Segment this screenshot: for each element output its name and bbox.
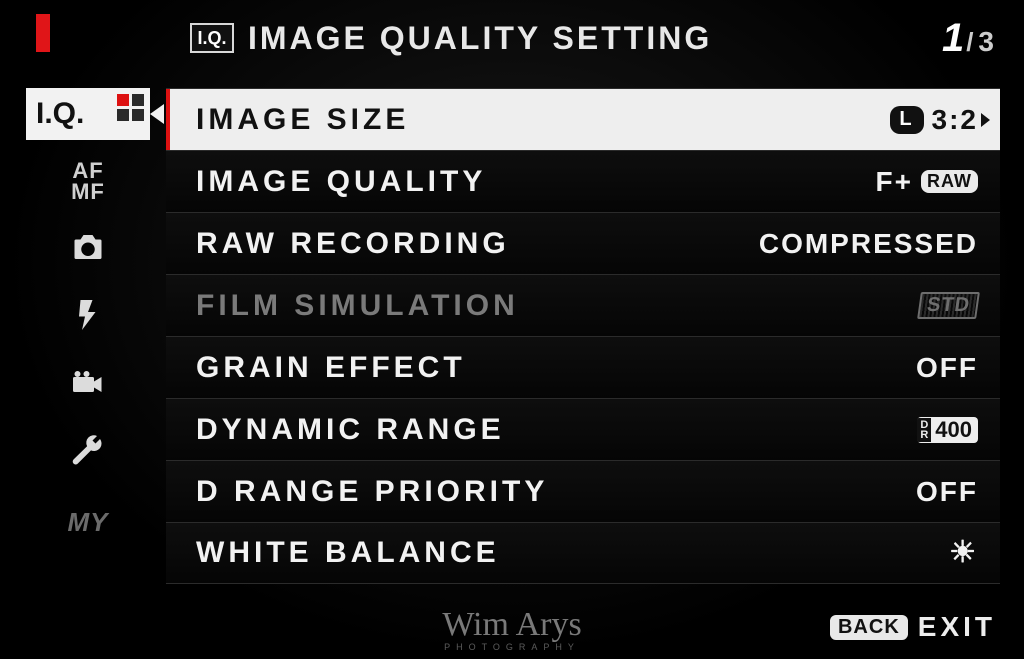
- tab-my-menu[interactable]: MY: [26, 496, 150, 548]
- menu-title: IMAGE QUALITY SETTING: [248, 20, 712, 57]
- row-label: DYNAMIC RANGE: [196, 413, 917, 447]
- row-label: IMAGE QUALITY: [196, 165, 876, 199]
- row-label: IMAGE SIZE: [196, 103, 890, 137]
- movie-camera-icon: [70, 365, 106, 408]
- page-current: 1: [942, 16, 964, 61]
- wrench-icon: [70, 433, 106, 476]
- row-value: OFF: [916, 476, 978, 508]
- back-button-badge[interactable]: BACK: [830, 615, 908, 640]
- size-l-badge-icon: L: [890, 106, 924, 134]
- dr-number: 400: [935, 417, 972, 443]
- watermark: Wim Arys PHOTOGRAPHY: [442, 610, 581, 651]
- row-image-size[interactable]: IMAGE SIZE L 3:2: [166, 88, 1000, 150]
- row-film-simulation[interactable]: FILM SIMULATION STD: [166, 274, 1000, 336]
- row-dynamic-range[interactable]: DYNAMIC RANGE DR 400: [166, 398, 1000, 460]
- tab-my-label: MY: [68, 507, 109, 538]
- sun-icon: ☀: [949, 538, 978, 568]
- row-value: OFF: [916, 352, 978, 384]
- tab-af-mf[interactable]: AF MF: [26, 156, 150, 208]
- grid-icon: [117, 94, 144, 121]
- tab-movie[interactable]: [26, 360, 150, 412]
- row-value: COMPRESSED: [759, 228, 978, 260]
- camera-icon: [70, 229, 106, 272]
- settings-list: IMAGE SIZE L 3:2 IMAGE QUALITY F+ RAW RA…: [166, 88, 1000, 584]
- dr-badge-icon: DR 400: [917, 417, 978, 443]
- row-value: ☀: [949, 538, 978, 568]
- page-indicator: 1 / 3: [942, 16, 994, 61]
- chevron-right-icon: [981, 113, 990, 127]
- row-white-balance[interactable]: WHITE BALANCE ☀: [166, 522, 1000, 584]
- tab-mf-label: MF: [71, 182, 105, 203]
- row-value: F+ RAW: [876, 166, 978, 198]
- tab-setup[interactable]: [26, 428, 150, 480]
- row-value: STD: [919, 292, 978, 319]
- row-value: DR 400: [917, 417, 978, 443]
- row-label: GRAIN EFFECT: [196, 351, 916, 385]
- row-label: D RANGE PRIORITY: [196, 475, 916, 509]
- watermark-name: Wim Arys: [442, 606, 581, 643]
- row-grain-effect[interactable]: GRAIN EFFECT OFF: [166, 336, 1000, 398]
- tab-image-quality[interactable]: I.Q.: [26, 88, 150, 140]
- iq-badge-icon: I.Q.: [190, 23, 234, 53]
- std-badge-icon: STD: [917, 292, 980, 319]
- tab-flash[interactable]: [26, 292, 150, 344]
- row-label: WHITE BALANCE: [196, 536, 949, 570]
- raw-badge-icon: RAW: [921, 170, 978, 193]
- row-label: RAW RECORDING: [196, 227, 759, 261]
- row-d-range-priority[interactable]: D RANGE PRIORITY OFF: [166, 460, 1000, 522]
- page-total: 3: [978, 26, 994, 58]
- category-tabs: I.Q. AF MF MY: [26, 88, 150, 548]
- row-value: L 3:2: [890, 104, 978, 136]
- row-raw-recording[interactable]: RAW RECORDING COMPRESSED: [166, 212, 1000, 274]
- menu-header: I.Q. IMAGE QUALITY SETTING 1 / 3: [190, 16, 994, 60]
- aspect-ratio: 3:2: [932, 104, 978, 136]
- record-indicator-icon: [36, 14, 50, 52]
- quality-prefix: F+: [876, 166, 913, 198]
- tab-shooting[interactable]: [26, 224, 150, 276]
- tab-iq-label: I.Q.: [36, 97, 84, 131]
- row-image-quality[interactable]: IMAGE QUALITY F+ RAW: [166, 150, 1000, 212]
- page-separator: /: [966, 27, 976, 58]
- row-label: FILM SIMULATION: [196, 289, 919, 323]
- watermark-sub: PHOTOGRAPHY: [442, 643, 581, 651]
- exit-label: EXIT: [918, 611, 996, 643]
- flash-icon: [70, 297, 106, 340]
- footer-hint: BACK EXIT: [830, 611, 996, 643]
